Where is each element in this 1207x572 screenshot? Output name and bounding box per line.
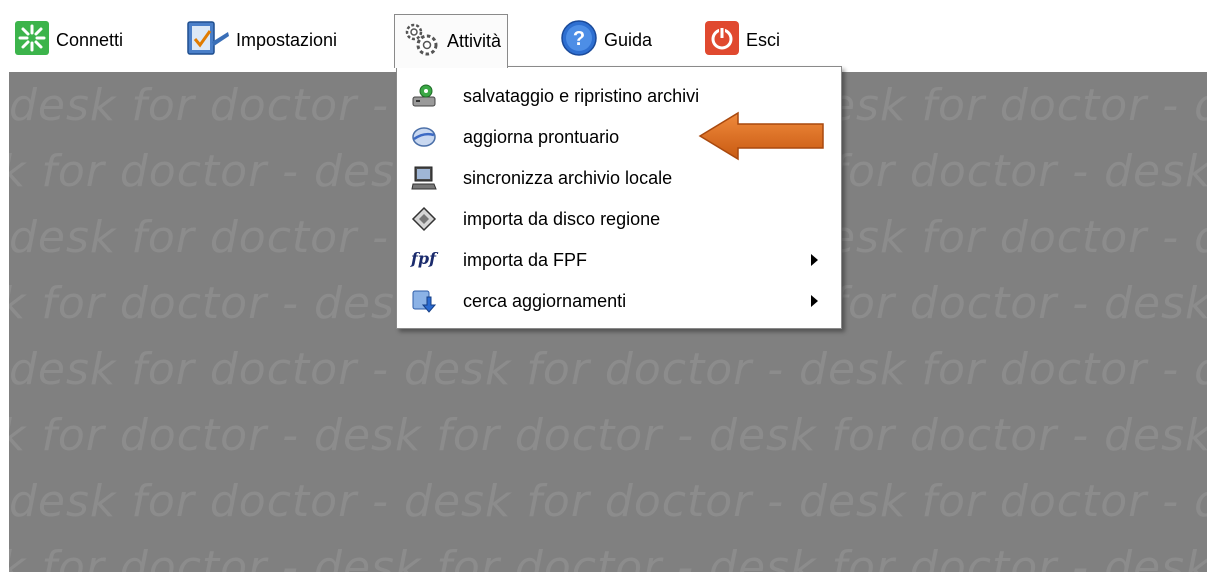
watermark-line: desk for doctor - desk for doctor - desk… bbox=[9, 476, 1207, 527]
help-icon: ? bbox=[560, 19, 598, 62]
fpf-icon: fpf bbox=[411, 249, 436, 268]
submenu-arrow-icon bbox=[811, 295, 818, 307]
menu-bar: Connetti Impostazioni Attività ? Guida E… bbox=[0, 0, 1207, 72]
watermark-line: desk for doctor - desk for doctor - desk… bbox=[9, 410, 1207, 461]
menu-item-cerca-aggiornamenti-label: cerca aggiornamenti bbox=[463, 290, 627, 311]
menu-guida[interactable]: ? Guida bbox=[560, 14, 652, 66]
menu-impostazioni[interactable]: Impostazioni bbox=[184, 14, 337, 66]
menu-item-sincronizza-label: sincronizza archivio locale bbox=[463, 167, 673, 188]
settings-icon bbox=[184, 20, 230, 61]
menu-item-importa-disco-label: importa da disco regione bbox=[463, 208, 661, 229]
menu-connetti[interactable]: Connetti bbox=[14, 14, 123, 66]
connect-icon bbox=[14, 20, 50, 61]
submenu-arrow-icon bbox=[811, 254, 818, 266]
power-icon bbox=[704, 20, 740, 61]
watermark-line: desk for doctor - desk for doctor - desk… bbox=[9, 344, 1207, 395]
attivita-dropdown-menu: salvataggio e ripristino archivi aggiorn… bbox=[396, 66, 842, 329]
computer-icon bbox=[411, 165, 437, 191]
disk-update-icon bbox=[411, 124, 437, 150]
gears-icon bbox=[401, 19, 441, 64]
menu-item-cerca-aggiornamenti[interactable]: cerca aggiornamenti bbox=[397, 280, 841, 322]
download-update-icon bbox=[411, 288, 437, 314]
menu-item-salvataggio-label: salvataggio e ripristino archivi bbox=[463, 85, 700, 106]
menu-attivita[interactable]: Attività bbox=[394, 14, 509, 68]
backup-drive-icon bbox=[411, 83, 437, 109]
menu-esci-label: Esci bbox=[746, 29, 781, 50]
svg-text:?: ? bbox=[573, 28, 585, 50]
menu-impostazioni-label: Impostazioni bbox=[236, 29, 338, 50]
menu-item-importa-fpf-label: importa da FPF bbox=[463, 249, 588, 270]
menu-item-importa-fpf[interactable]: fpf importa da FPF bbox=[397, 239, 841, 281]
annotation-arrow-icon bbox=[698, 110, 826, 167]
menu-esci[interactable]: Esci bbox=[704, 14, 780, 66]
menu-item-importa-disco[interactable]: importa da disco regione bbox=[397, 198, 841, 240]
menu-guida-label: Guida bbox=[604, 29, 653, 50]
watermark-line: desk for doctor - desk for doctor - desk… bbox=[9, 542, 1207, 572]
menu-connetti-label: Connetti bbox=[56, 29, 124, 50]
disk-import-icon bbox=[411, 206, 437, 232]
menu-item-aggiorna-prontuario-label: aggiorna prontuario bbox=[463, 126, 620, 147]
menu-attivita-label: Attività bbox=[447, 31, 502, 51]
